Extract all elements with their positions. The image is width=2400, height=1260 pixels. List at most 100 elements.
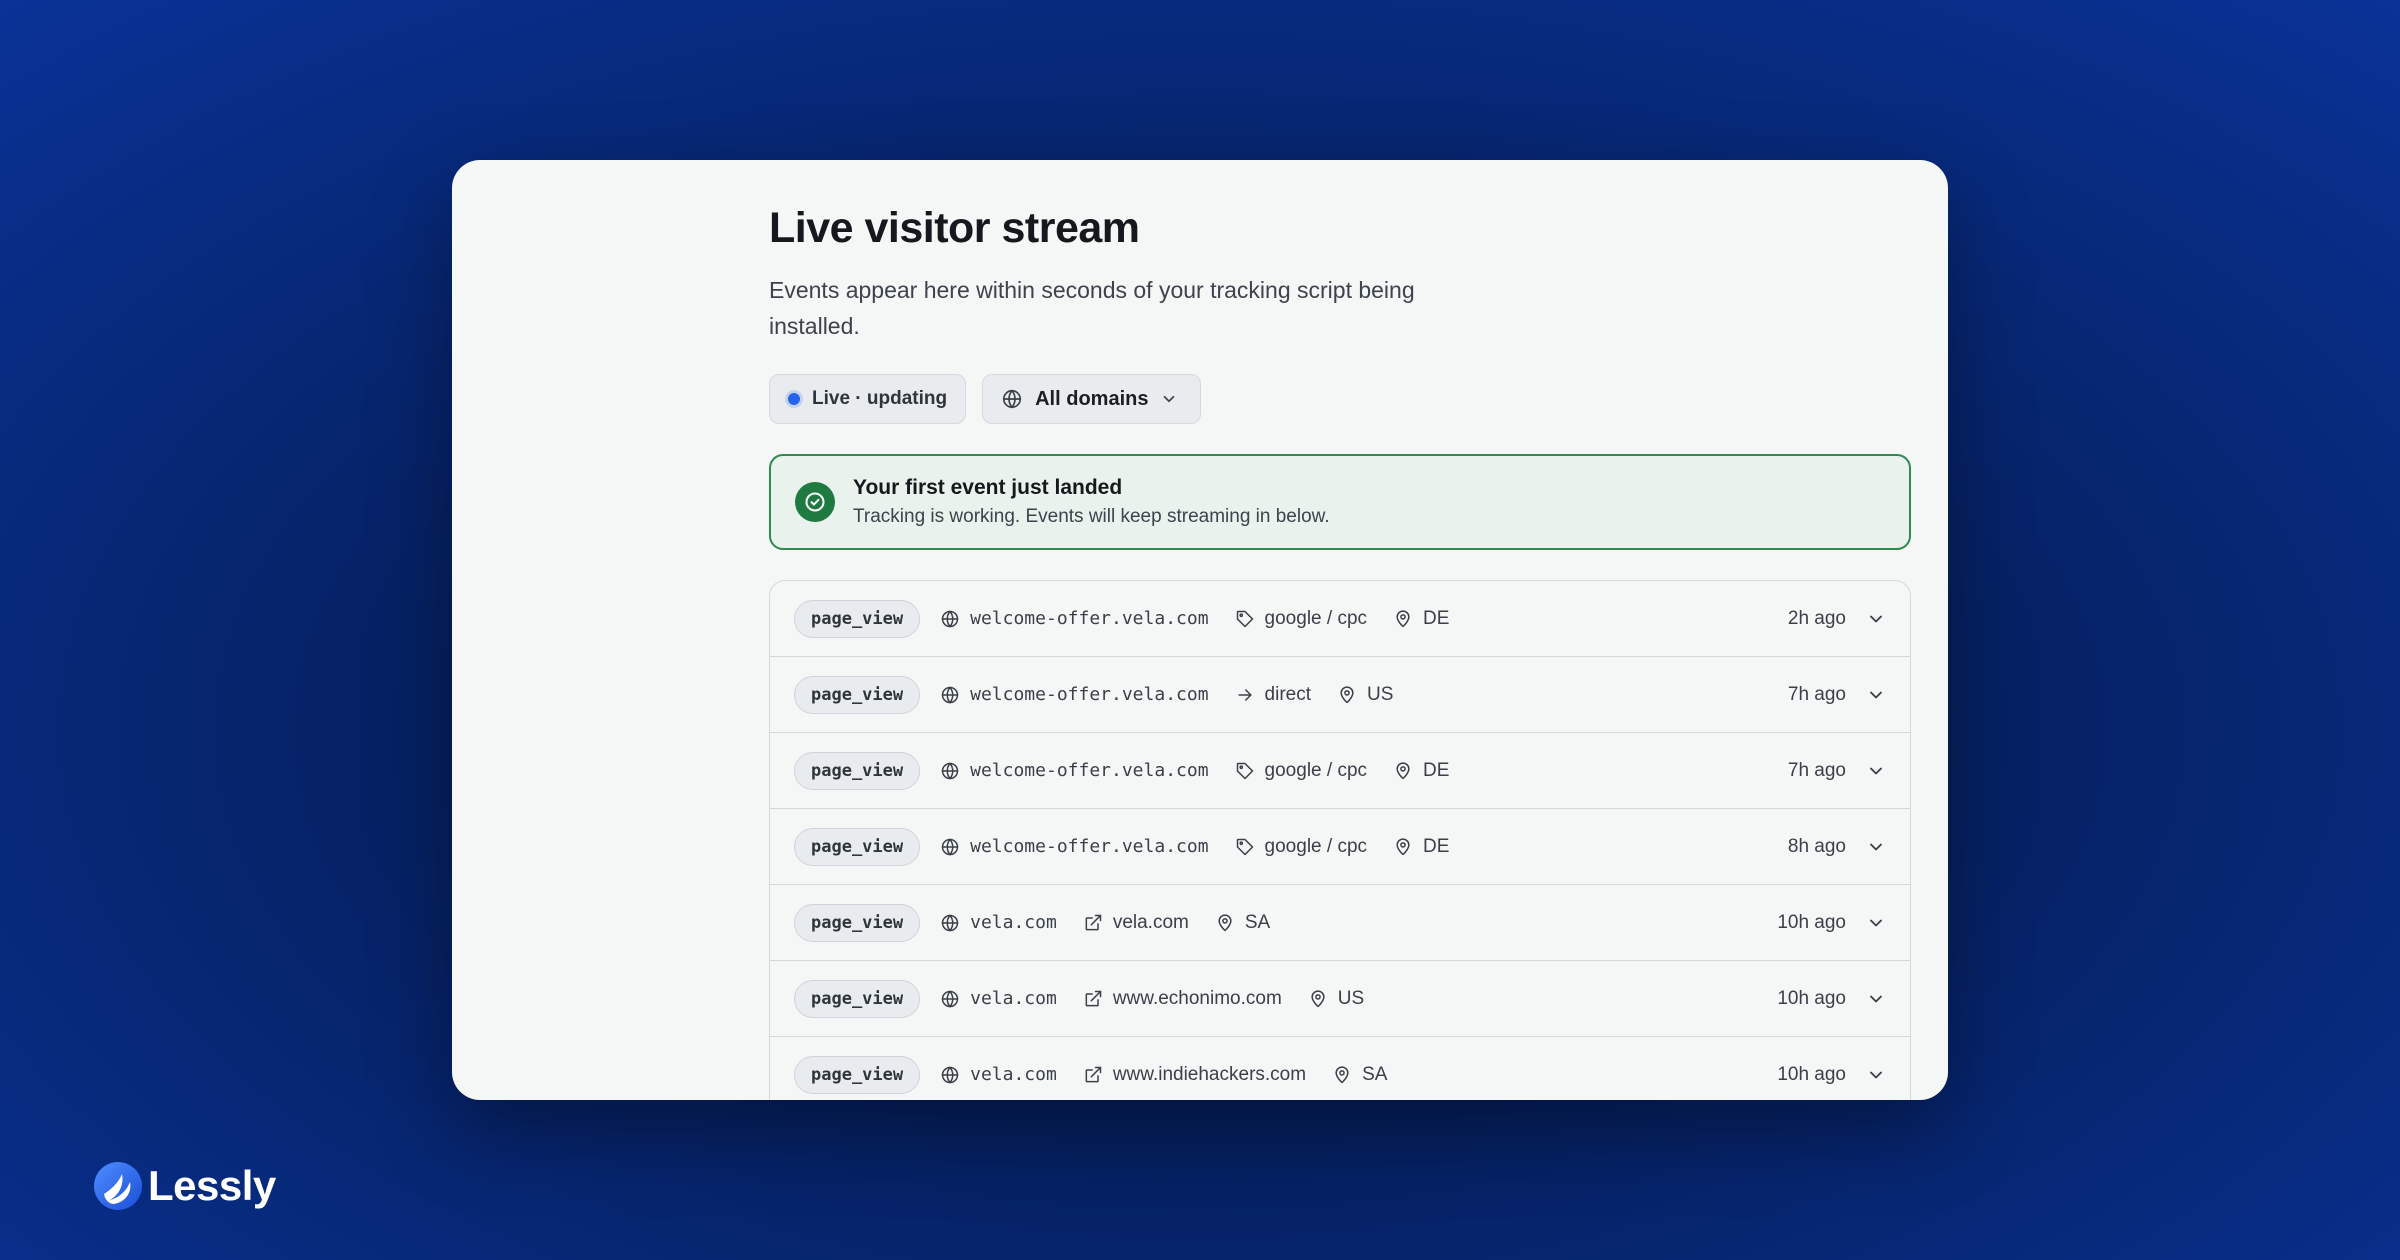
event-country: SA — [1215, 912, 1270, 934]
event-time: 7h ago — [1787, 759, 1846, 781]
success-banner: Your first event just landed Tracking is… — [769, 454, 1911, 550]
event-row[interactable]: page_view welcome-offer.vela.com google … — [770, 809, 1910, 885]
event-row[interactable]: page_view welcome-offer.vela.com google … — [770, 581, 1910, 657]
event-source-label: direct — [1264, 683, 1312, 705]
globe-icon — [940, 1065, 960, 1085]
page-title: Live visitor stream — [769, 204, 1140, 252]
event-country-label: US — [1337, 987, 1365, 1009]
event-domain: vela.com — [940, 912, 1057, 933]
chevron-down-icon[interactable] — [1866, 761, 1886, 781]
globe-icon — [940, 913, 960, 933]
event-country: SA — [1332, 1064, 1387, 1086]
live-status-label: Live · updating — [812, 388, 948, 409]
event-row[interactable]: page_view welcome-offer.vela.com direct … — [770, 657, 1910, 733]
domain-filter-label: All domains — [1035, 387, 1149, 410]
event-list: page_view welcome-offer.vela.com google … — [769, 580, 1911, 1100]
event-source-label: google / cpc — [1264, 759, 1368, 781]
event-domain: welcome-offer.vela.com — [940, 684, 1209, 705]
event-country-label: DE — [1423, 759, 1450, 781]
event-source: vela.com — [1083, 912, 1189, 934]
event-row[interactable]: page_view vela.com www.echonimo.com US 1… — [770, 961, 1910, 1037]
globe-icon — [940, 989, 960, 1009]
event-type-tag: page_view — [794, 751, 921, 790]
event-country: DE — [1393, 760, 1449, 782]
map-pin-icon — [1308, 989, 1328, 1009]
globe-icon — [1001, 388, 1023, 410]
live-status-chip[interactable]: Live · updating — [769, 374, 967, 424]
page-subtitle: Events appear here within seconds of you… — [769, 277, 1415, 339]
main-card: Live visitor stream Events appear here w… — [452, 160, 1948, 1100]
event-domain-label: welcome-offer.vela.com — [970, 836, 1209, 857]
event-country: DE — [1393, 608, 1449, 630]
event-source-label: www.echonimo.com — [1112, 987, 1282, 1009]
arrow-right-icon — [1235, 685, 1255, 705]
map-pin-icon — [1215, 913, 1235, 933]
event-country: US — [1308, 988, 1364, 1010]
event-type-tag: page_view — [794, 675, 921, 714]
chevron-down-icon[interactable] — [1866, 989, 1886, 1009]
event-country-label: SA — [1362, 1063, 1388, 1085]
banner-title: Your first event just landed — [853, 476, 1123, 499]
external-link-icon — [1083, 989, 1103, 1009]
event-source: google / cpc — [1235, 608, 1367, 630]
event-time: 8h ago — [1787, 835, 1846, 857]
map-pin-icon — [1393, 609, 1413, 629]
event-country-label: US — [1367, 683, 1394, 705]
event-type-tag: page_view — [794, 903, 921, 942]
event-source: google / cpc — [1235, 836, 1367, 858]
event-row[interactable]: page_view vela.com vela.com SA 10h ago — [770, 885, 1910, 961]
external-link-icon — [1083, 913, 1103, 933]
event-country-label: SA — [1244, 911, 1271, 933]
event-domain-label: welcome-offer.vela.com — [970, 608, 1209, 629]
map-pin-icon — [1337, 685, 1357, 705]
event-time: 2h ago — [1787, 607, 1846, 629]
event-country: DE — [1393, 836, 1449, 858]
event-domain-label: welcome-offer.vela.com — [970, 684, 1209, 705]
event-time: 10h ago — [1777, 987, 1846, 1009]
check-circle-icon — [795, 482, 835, 522]
event-row[interactable]: page_view welcome-offer.vela.com google … — [770, 733, 1910, 809]
event-domain-label: welcome-offer.vela.com — [970, 760, 1209, 781]
map-pin-icon — [1393, 837, 1413, 857]
event-source: www.indiehackers.com — [1083, 1064, 1306, 1086]
event-country: US — [1337, 684, 1393, 706]
chevron-down-icon[interactable] — [1866, 913, 1886, 933]
tag-icon — [1235, 837, 1255, 857]
event-source: www.echonimo.com — [1083, 988, 1282, 1010]
event-source-label: google / cpc — [1264, 835, 1368, 857]
event-domain: welcome-offer.vela.com — [940, 836, 1209, 857]
event-time: 10h ago — [1777, 911, 1846, 933]
chevron-down-icon[interactable] — [1866, 685, 1886, 705]
banner-text-group: Your first event just landed Tracking is… — [853, 476, 1330, 528]
event-time: 7h ago — [1787, 683, 1846, 705]
event-domain-label: vela.com — [970, 912, 1057, 933]
globe-icon — [940, 609, 960, 629]
event-domain: welcome-offer.vela.com — [940, 760, 1209, 781]
chevron-down-icon[interactable] — [1866, 609, 1886, 629]
banner-text: Tracking is working. Events will keep st… — [853, 506, 1330, 527]
event-type-tag: page_view — [794, 599, 921, 638]
lessly-logo-icon — [94, 1162, 142, 1210]
domain-filter-dropdown[interactable]: All domains — [982, 374, 1202, 424]
map-pin-icon — [1332, 1065, 1352, 1085]
event-domain-label: vela.com — [970, 1064, 1057, 1085]
controls-bar: Live · updating All domains — [769, 374, 1202, 424]
event-country-label: DE — [1423, 835, 1450, 857]
event-source: direct — [1235, 684, 1311, 706]
event-source-label: www.indiehackers.com — [1112, 1063, 1307, 1085]
live-dot-icon — [788, 393, 800, 405]
event-row[interactable]: page_view vela.com www.indiehackers.com … — [770, 1037, 1910, 1100]
event-country-label: DE — [1423, 607, 1450, 629]
brand-name: Lessly — [148, 1162, 276, 1209]
chevron-down-icon[interactable] — [1866, 1065, 1886, 1085]
event-source-label: vela.com — [1112, 911, 1189, 933]
event-domain: vela.com — [940, 988, 1057, 1009]
tag-icon — [1235, 761, 1255, 781]
event-domain: welcome-offer.vela.com — [940, 608, 1209, 629]
external-link-icon — [1083, 1065, 1103, 1085]
map-pin-icon — [1393, 761, 1413, 781]
event-time: 10h ago — [1777, 1063, 1846, 1085]
event-domain: vela.com — [940, 1064, 1057, 1085]
chevron-down-icon[interactable] — [1866, 837, 1886, 857]
tag-icon — [1235, 609, 1255, 629]
